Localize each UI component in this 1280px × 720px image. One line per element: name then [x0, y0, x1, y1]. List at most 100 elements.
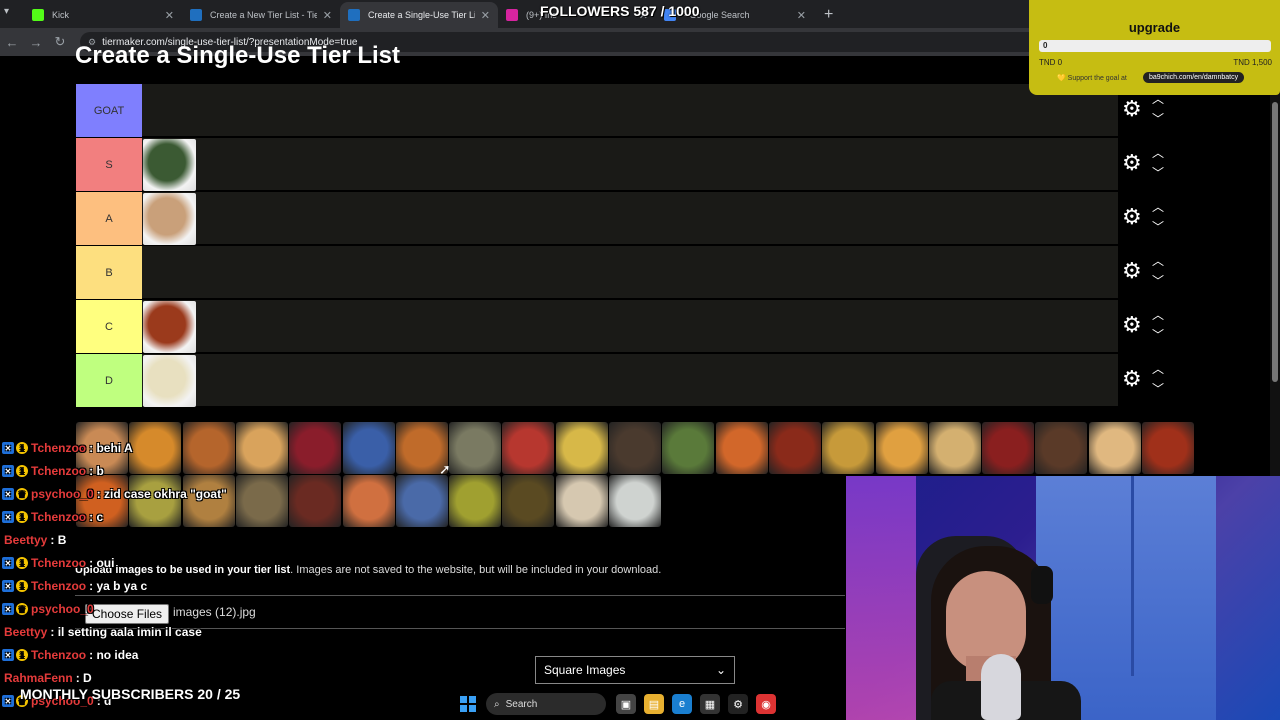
file-explorer-icon[interactable]: ▤: [644, 694, 664, 714]
pool-image[interactable]: [502, 422, 555, 474]
pool-image[interactable]: [289, 422, 342, 474]
pool-image[interactable]: [395, 475, 448, 527]
pool-image[interactable]: [235, 475, 288, 527]
gear-icon[interactable]: ⚙: [1122, 260, 1142, 282]
upgrade-link: ba9chich.com/en/damnbatcy: [1143, 72, 1245, 83]
tier-row[interactable]: B: [76, 246, 1118, 299]
chevron-up-icon[interactable]: ︿: [1152, 252, 1164, 269]
chevron-down-icon[interactable]: ﹀: [1152, 380, 1164, 397]
tier-label[interactable]: D: [76, 354, 142, 407]
tier-label[interactable]: B: [76, 246, 142, 299]
pool-image[interactable]: [449, 475, 502, 527]
pool-image[interactable]: [715, 422, 768, 474]
chevron-down-icon[interactable]: ﹀: [1152, 110, 1164, 127]
search-icon: ⌕: [494, 698, 500, 710]
tab-search-icon[interactable]: ▾: [4, 6, 9, 17]
chat-message: ✕ ♛ psychoo_0: [0, 599, 97, 619]
pool-image[interactable]: [235, 422, 288, 474]
store-icon[interactable]: ▦: [700, 694, 720, 714]
chat-message: ✕ 1 Tchenzoo: behi A: [0, 438, 133, 458]
new-tab-button[interactable]: +: [814, 2, 843, 28]
pool-image[interactable]: [928, 422, 981, 474]
chat-text: : D: [75, 671, 92, 685]
close-tab-icon[interactable]: ✕: [481, 9, 490, 22]
pool-image[interactable]: [129, 422, 182, 474]
webcam-microphone: [981, 654, 1021, 720]
browser-tab[interactable]: Kick ✕: [24, 2, 182, 28]
chat-username: Tchenzoo: [31, 556, 87, 570]
chevron-down-icon[interactable]: ﹀: [1152, 218, 1164, 235]
tier-row[interactable]: S: [76, 138, 1118, 191]
gear-icon[interactable]: ⚙: [1122, 206, 1142, 228]
image-shape-select[interactable]: Square Images ⌄: [535, 656, 735, 684]
pool-image[interactable]: [1142, 422, 1194, 474]
pool-image[interactable]: [342, 475, 395, 527]
tier-item-image[interactable]: [143, 193, 196, 245]
task-view-icon[interactable]: ▣: [616, 694, 636, 714]
tier-row[interactable]: A: [76, 192, 1118, 245]
back-icon[interactable]: ←: [0, 35, 24, 50]
tier-label[interactable]: GOAT: [76, 84, 142, 137]
verified-badge-icon: ✕: [2, 580, 14, 592]
chat-text: : zid case okhra "goat": [96, 487, 227, 501]
scrollbar-thumb[interactable]: [1272, 102, 1278, 382]
chevron-up-icon[interactable]: ︿: [1152, 360, 1164, 377]
chevron-up-icon[interactable]: ︿: [1152, 198, 1164, 215]
browser-tab[interactable]: Create a New Tier List - TierMak ✕: [182, 2, 340, 28]
edge-icon[interactable]: e: [672, 694, 692, 714]
pool-image[interactable]: [662, 422, 715, 474]
pool-image[interactable]: [609, 475, 661, 527]
tier-item-image[interactable]: [143, 355, 196, 407]
taskbar-search[interactable]: ⌕ Search: [486, 693, 606, 715]
gear-icon[interactable]: ⚙: [1122, 368, 1142, 390]
chrome-icon[interactable]: ◉: [756, 694, 776, 714]
pool-image[interactable]: [342, 422, 395, 474]
pool-image[interactable]: [1088, 422, 1141, 474]
chat-username: psychoo_0: [31, 487, 94, 501]
tier-row[interactable]: GOAT: [76, 84, 1118, 137]
chevron-down-icon[interactable]: ﹀: [1152, 272, 1164, 289]
browser-tab[interactable]: Create a Single-Use Tier List (P ✕: [340, 2, 498, 28]
chevron-up-icon[interactable]: ︿: [1152, 306, 1164, 323]
gear-icon[interactable]: ⚙: [1122, 98, 1142, 120]
pool-image[interactable]: [555, 475, 608, 527]
selected-file-name: images (12).jpg: [173, 605, 256, 619]
close-tab-icon[interactable]: ✕: [797, 9, 806, 22]
choose-files-button[interactable]: Choose Files: [85, 604, 170, 624]
tier-label[interactable]: S: [76, 138, 142, 191]
chevron-down-icon[interactable]: ﹀: [1152, 164, 1164, 181]
tier-label[interactable]: C: [76, 300, 142, 353]
chevron-up-icon[interactable]: ︿: [1152, 144, 1164, 161]
forward-icon[interactable]: →: [24, 35, 48, 50]
tier-row[interactable]: C: [76, 300, 1118, 353]
gear-icon[interactable]: ⚙: [1122, 152, 1142, 174]
crown-badge-icon: ♛: [16, 603, 28, 615]
settings-icon[interactable]: ⚙: [728, 694, 748, 714]
verified-badge-icon: ✕: [2, 488, 14, 500]
tier-row[interactable]: D: [76, 354, 1118, 407]
pool-image[interactable]: [1035, 422, 1088, 474]
chat-username: Tchenzoo: [31, 464, 87, 478]
pool-image[interactable]: [982, 422, 1035, 474]
windows-start-icon[interactable]: [460, 696, 476, 712]
tier-item-image[interactable]: [143, 301, 196, 353]
chevron-down-icon[interactable]: ﹀: [1152, 326, 1164, 343]
pool-image[interactable]: [822, 422, 875, 474]
pool-image[interactable]: [555, 422, 608, 474]
verified-badge-icon: ✕: [2, 557, 14, 569]
gear-icon[interactable]: ⚙: [1122, 314, 1142, 336]
tab-title: Kick: [52, 10, 70, 20]
pool-image[interactable]: [875, 422, 928, 474]
pool-image[interactable]: [609, 422, 661, 474]
pool-image[interactable]: [289, 475, 342, 527]
tier-item-image[interactable]: [143, 139, 196, 191]
reload-icon[interactable]: ↻: [48, 34, 72, 50]
pool-image[interactable]: [182, 422, 235, 474]
chat-message: Beettyy: il setting aala imin il case: [0, 622, 202, 642]
pool-image[interactable]: [502, 475, 555, 527]
pool-image[interactable]: [768, 422, 821, 474]
close-tab-icon[interactable]: ✕: [165, 9, 174, 22]
tier-label[interactable]: A: [76, 192, 142, 245]
pool-image[interactable]: [449, 422, 502, 474]
close-tab-icon[interactable]: ✕: [323, 9, 332, 22]
